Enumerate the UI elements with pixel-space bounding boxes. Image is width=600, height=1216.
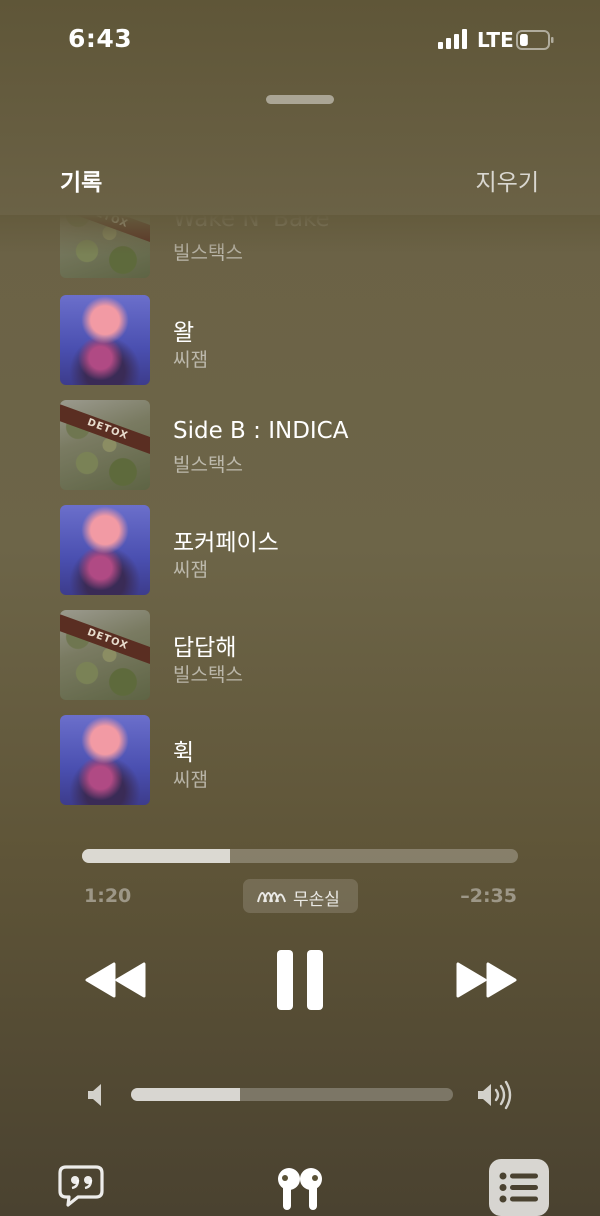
album-cover: DETOX xyxy=(60,610,150,700)
fast-forward-icon[interactable] xyxy=(454,960,518,1000)
clear-button[interactable]: 지우기 xyxy=(476,163,539,197)
track-title: 왈 xyxy=(173,320,195,346)
pause-icon[interactable] xyxy=(276,950,324,1010)
album-cover xyxy=(60,715,150,805)
queue-list-icon xyxy=(499,1172,538,1203)
queue-button[interactable] xyxy=(489,1159,549,1216)
list-item[interactable]: DETOX Wake N' Bake 빌스택스 xyxy=(60,215,540,278)
history-list[interactable]: DETOX Wake N' Bake 빌스택스 왈 씨잼 DETOX Side … xyxy=(0,215,600,815)
album-cover: DETOX xyxy=(60,215,150,278)
volume-fill xyxy=(131,1088,241,1101)
battery-icon xyxy=(516,30,554,50)
network-label: LTE xyxy=(477,28,514,52)
list-item[interactable]: DETOX 답답해 빌스택스 xyxy=(60,610,540,700)
airpods-icon[interactable] xyxy=(276,1166,324,1212)
track-artist: 씨잼 xyxy=(173,769,208,791)
track-artist: 빌스택스 xyxy=(173,454,243,476)
track-title: Wake N' Bake xyxy=(173,215,330,232)
track-artist: 빌스택스 xyxy=(173,664,243,686)
album-cover: DETOX xyxy=(60,400,150,490)
status-bar: 6:43 LTE xyxy=(0,0,600,80)
speaker-high-icon xyxy=(478,1080,512,1110)
track-artist: 빌스택스 xyxy=(173,242,243,264)
playback-progress-fill xyxy=(82,849,231,863)
track-artist: 씨잼 xyxy=(173,349,208,371)
album-cover xyxy=(60,505,150,595)
cover-text: DETOX xyxy=(85,215,130,231)
track-title: Side B : INDICA xyxy=(173,418,349,444)
signal-bars-icon xyxy=(438,29,467,49)
playback-scrubber[interactable] xyxy=(82,849,518,863)
list-item[interactable]: DETOX Side B : INDICA 빌스택스 xyxy=(60,400,540,490)
status-time: 6:43 xyxy=(68,24,133,53)
track-title: 답답해 xyxy=(173,635,237,661)
lossless-wave-icon xyxy=(257,892,286,903)
volume-slider[interactable] xyxy=(131,1088,453,1101)
list-item[interactable]: 포커페이스 씨잼 xyxy=(60,505,540,595)
quote-bubble-icon[interactable] xyxy=(58,1164,104,1208)
lossless-label: 무손실 xyxy=(293,890,340,910)
cover-text: DETOX xyxy=(85,417,130,443)
sheet-grabber[interactable] xyxy=(266,95,334,104)
cover-text: DETOX xyxy=(85,627,130,653)
list-item[interactable]: 휙 씨잼 xyxy=(60,715,540,805)
rewind-icon[interactable] xyxy=(84,960,148,1000)
elapsed-time: 1:20 xyxy=(84,885,132,907)
speaker-low-icon xyxy=(88,1084,101,1106)
history-title: 기록 xyxy=(60,170,103,196)
track-title: 휙 xyxy=(173,740,195,766)
album-cover xyxy=(60,295,150,385)
list-item[interactable]: 왈 씨잼 xyxy=(60,295,540,385)
lossless-badge[interactable]: 무손실 xyxy=(243,879,358,913)
track-title: 포커페이스 xyxy=(173,530,279,556)
track-artist: 씨잼 xyxy=(173,559,208,581)
remaining-time: –2:35 xyxy=(460,885,517,907)
